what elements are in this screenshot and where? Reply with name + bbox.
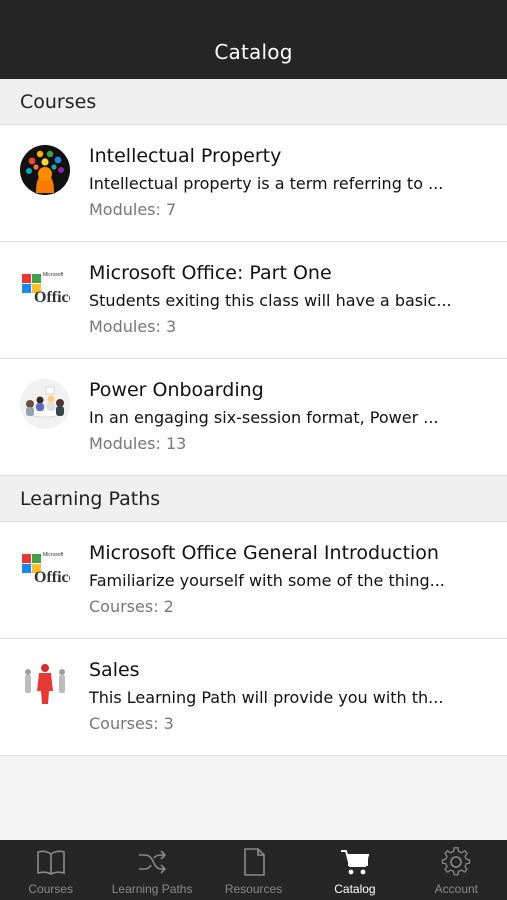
shuffle-icon [139,850,167,874]
tab-label: Resources [224,882,283,896]
tab-label: Learning Paths [111,882,193,896]
document-icon [243,848,265,876]
tab-learning-paths[interactable]: Learning Paths [101,840,202,900]
section-header-courses: Courses [0,79,507,125]
course-row-microsoft-office-part-one[interactable]: Microsoft Office Microsoft Office: Part … [0,242,507,359]
tab-resources[interactable]: Resources [203,840,304,900]
svg-text:Microsoft: Microsoft [43,552,64,558]
svg-text:Microsoft: Microsoft [43,272,64,278]
svg-text:Office: Office [34,569,70,586]
book-icon [36,850,65,875]
microsoft-office-thumbnail: Microsoft Office [20,262,70,312]
learning-path-courses-count: Courses: 3 [89,714,174,733]
tab-courses[interactable]: Courses [0,840,101,900]
learning-path-title: Sales [89,659,140,681]
course-title: Microsoft Office: Part One [89,262,332,284]
cart-icon [340,850,370,875]
gear-icon [442,847,471,876]
onboarding-meeting-thumbnail [20,379,70,429]
course-title: Intellectual Property [89,145,282,167]
course-description: Students exiting this class will have a … [89,291,452,310]
learning-path-description: Familiarize yourself with some of the th… [89,571,445,590]
course-row-intellectual-property[interactable]: Intellectual Property Intellectual prope… [0,125,507,242]
tab-catalog[interactable]: Catalog [304,840,405,900]
tab-label: Account [434,882,478,896]
tab-account[interactable]: Account [406,840,507,900]
tab-label: Courses [28,882,74,896]
section-header-learning-paths: Learning Paths [0,476,507,522]
page-title: Catalog [214,40,293,64]
tab-label: Catalog [334,882,376,896]
sales-figure-thumbnail [20,659,70,709]
course-description: In an engaging six-session format, Power… [89,408,439,427]
learning-path-row-microsoft-office-general-introduction[interactable]: Microsoft Office Microsoft Office Genera… [0,522,507,639]
learning-path-courses-count: Courses: 2 [89,597,174,616]
course-title: Power Onboarding [89,379,264,401]
course-row-power-onboarding[interactable]: Power Onboarding In an engaging six-sess… [0,359,507,476]
svg-text:Office: Office [34,289,70,306]
bottom-tab-bar: Courses Learning Paths Resources Catalog [0,840,507,900]
course-modules-count: Modules: 7 [89,200,177,219]
course-modules-count: Modules: 3 [89,317,177,336]
learning-path-title: Microsoft Office General Introduction [89,542,439,564]
learning-path-row-sales[interactable]: Sales This Learning Path will provide yo… [0,639,507,756]
learning-path-description: This Learning Path will provide you with… [89,688,444,707]
intellectual-property-thumbnail [20,145,70,195]
microsoft-office-thumbnail: Microsoft Office [20,542,70,592]
course-description: Intellectual property is a term referrin… [89,174,444,193]
top-navigation-bar: Catalog [0,0,507,79]
course-modules-count: Modules: 13 [89,434,187,453]
